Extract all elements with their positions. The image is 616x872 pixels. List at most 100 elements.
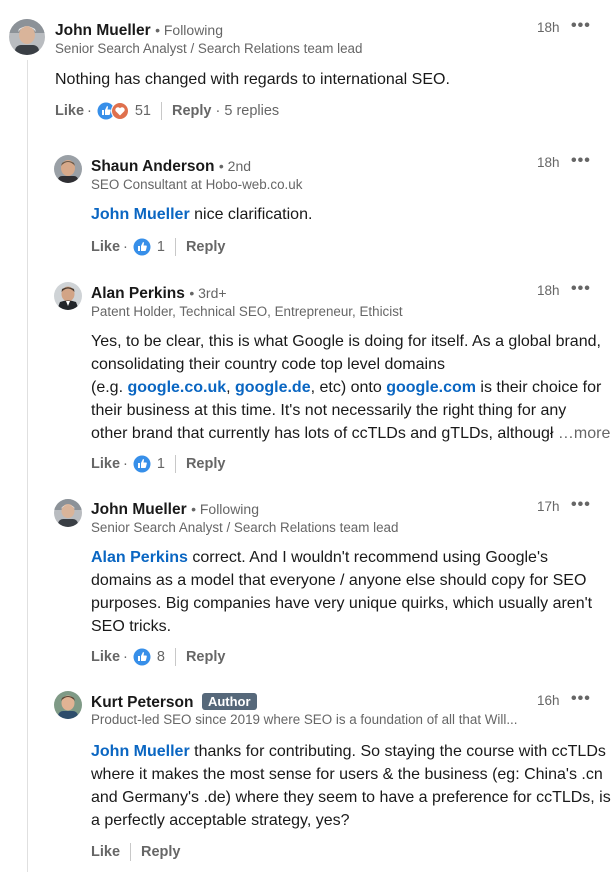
timestamp: 18h — [537, 155, 560, 170]
avatar[interactable] — [54, 282, 82, 310]
avatar[interactable] — [54, 691, 82, 719]
text-fragment: , — [226, 379, 236, 396]
reactions[interactable] — [133, 455, 151, 473]
timestamp: 18h — [537, 20, 560, 35]
like-icon — [133, 238, 151, 256]
comment-line: consolidating their country code top lev… — [91, 356, 445, 373]
reply-alan-perkins: Alan Perkins • 3rd+ Patent Holder, Techn… — [0, 275, 616, 490]
reply-button[interactable]: Reply — [186, 649, 226, 665]
like-icon — [133, 455, 151, 473]
reply-button[interactable]: Reply — [186, 456, 226, 472]
avatar[interactable] — [54, 499, 82, 527]
separator-dot: · — [87, 103, 92, 119]
divider — [130, 843, 132, 861]
reaction-count[interactable]: 1 — [157, 239, 165, 255]
ellipsis-icon[interactable]: ••• — [571, 280, 591, 298]
comment-line: where it makes the most sense for users … — [91, 766, 603, 783]
comment-text: John Mueller thanks for contributing. So… — [91, 740, 611, 832]
link-google-com[interactable]: google.com — [386, 379, 476, 396]
author-headline: SEO Consultant at Hobo-web.co.uk — [91, 177, 303, 192]
link-google-de[interactable]: google.de — [235, 379, 311, 396]
text-fragment: , etc) onto — [310, 379, 387, 396]
reply-shaun-anderson: Shaun Anderson • 2nd SEO Consultant at H… — [0, 140, 616, 275]
connection-degree: • Following — [155, 22, 223, 38]
author-headline: Senior Search Analyst / Search Relations… — [55, 41, 363, 56]
comment-line: other brand that currently has lots of c… — [91, 422, 611, 445]
reaction-count[interactable]: 51 — [135, 103, 151, 119]
divider — [174, 238, 176, 256]
comment-line: domains as a model that everyone / anyon… — [91, 572, 587, 589]
reply-button[interactable]: Reply — [172, 103, 212, 119]
comment-text-rest: nice clarification. — [189, 206, 313, 223]
replies-count[interactable]: · 5 replies — [216, 103, 280, 119]
author-name[interactable]: John Mueller — [91, 501, 187, 518]
connection-degree: • Following — [191, 501, 259, 517]
timestamp: 18h — [537, 283, 560, 298]
ellipsis-icon[interactable]: ••• — [571, 17, 591, 35]
ellipsis-icon[interactable]: ••• — [571, 496, 591, 514]
divider — [174, 648, 176, 666]
mention-link[interactable]: Alan Perkins — [91, 549, 188, 566]
reply-john-mueller: John Mueller • Following Senior Search A… — [0, 490, 616, 685]
connection-degree: • 3rd+ — [189, 285, 227, 301]
like-button[interactable]: Like — [55, 103, 84, 119]
see-more-link[interactable]: …more — [558, 425, 610, 442]
comment-line: John Mueller thanks for contributing. So… — [91, 740, 611, 763]
timestamp: 16h — [537, 693, 560, 708]
like-button[interactable]: Like — [91, 239, 120, 255]
separator-dot: · — [123, 649, 128, 665]
comment-line: (e.g. google.co.uk, google.de, etc) onto… — [91, 376, 611, 399]
author-badge: Author — [201, 693, 257, 710]
mention-link[interactable]: John Mueller — [91, 206, 190, 223]
author-name[interactable]: Shaun Anderson — [91, 158, 214, 175]
comment-john-mueller-top: John Mueller • Following Senior Search A… — [0, 0, 616, 140]
reply-button[interactable]: Reply — [186, 239, 226, 255]
author-name[interactable]: John Mueller — [55, 22, 151, 39]
author-headline: Patent Holder, Technical SEO, Entreprene… — [91, 304, 403, 319]
author-name[interactable]: Kurt Peterson — [91, 694, 194, 711]
reply-button[interactable]: Reply — [141, 844, 181, 860]
divider — [174, 455, 176, 473]
text-fragment: thanks for contributing. So staying the … — [189, 743, 606, 760]
connection-degree: • 2nd — [218, 158, 252, 174]
comment-text: Alan Perkins correct. And I wouldn't rec… — [91, 546, 611, 638]
comment-text: Nothing has changed with regards to inte… — [55, 71, 450, 88]
link-google-co-uk[interactable]: google.co.uk — [127, 379, 226, 396]
comment-line: and Germany's .de) where they seem to ha… — [91, 789, 611, 806]
avatar[interactable] — [9, 19, 45, 55]
separator-dot: · — [123, 456, 128, 472]
comment-text: John Mueller nice clarification. — [91, 203, 591, 226]
text-fragment: (e.g. — [91, 379, 128, 396]
like-button[interactable]: Like — [91, 649, 120, 665]
separator-dot: · — [123, 239, 128, 255]
timestamp: 17h — [537, 499, 560, 514]
like-button[interactable]: Like — [91, 456, 120, 472]
reactions[interactable] — [133, 648, 151, 666]
text-fragment: other brand that currently has lots of c… — [91, 425, 554, 442]
like-button[interactable]: Like — [91, 844, 120, 860]
reaction-count[interactable]: 1 — [157, 456, 165, 472]
love-icon — [110, 102, 129, 120]
divider — [161, 102, 162, 120]
avatar[interactable] — [54, 155, 82, 183]
reaction-count[interactable]: 8 — [157, 649, 165, 665]
author-headline: Product-led SEO since 2019 where SEO is … — [91, 712, 518, 727]
reply-kurt-peterson: Kurt Peterson Author Product-led SEO sin… — [0, 685, 616, 872]
comment-line: Yes, to be clear, this is what Google is… — [91, 333, 601, 350]
reactions[interactable] — [97, 102, 129, 120]
mention-link[interactable]: John Mueller — [91, 743, 190, 760]
comment-line: purposes. Big companies have very unique… — [91, 595, 593, 612]
comment-line: their business at this time. It's not ne… — [91, 402, 567, 419]
comment-line: a perfectly acceptable strategy, yes? — [91, 812, 350, 829]
comment-line: SEO tricks. — [91, 618, 172, 635]
comment-line: Alan Perkins correct. And I wouldn't rec… — [91, 546, 611, 569]
text-fragment: is their choice for — [475, 379, 602, 396]
ellipsis-icon[interactable]: ••• — [571, 690, 591, 708]
ellipsis-icon[interactable]: ••• — [571, 152, 591, 170]
comment-text: Yes, to be clear, this is what Google is… — [91, 330, 611, 445]
text-fragment: correct. And I wouldn't recommend using … — [187, 549, 549, 566]
author-headline: Senior Search Analyst / Search Relations… — [91, 520, 399, 535]
like-icon — [133, 648, 151, 666]
reactions[interactable] — [133, 238, 151, 256]
author-name[interactable]: Alan Perkins — [91, 285, 185, 302]
